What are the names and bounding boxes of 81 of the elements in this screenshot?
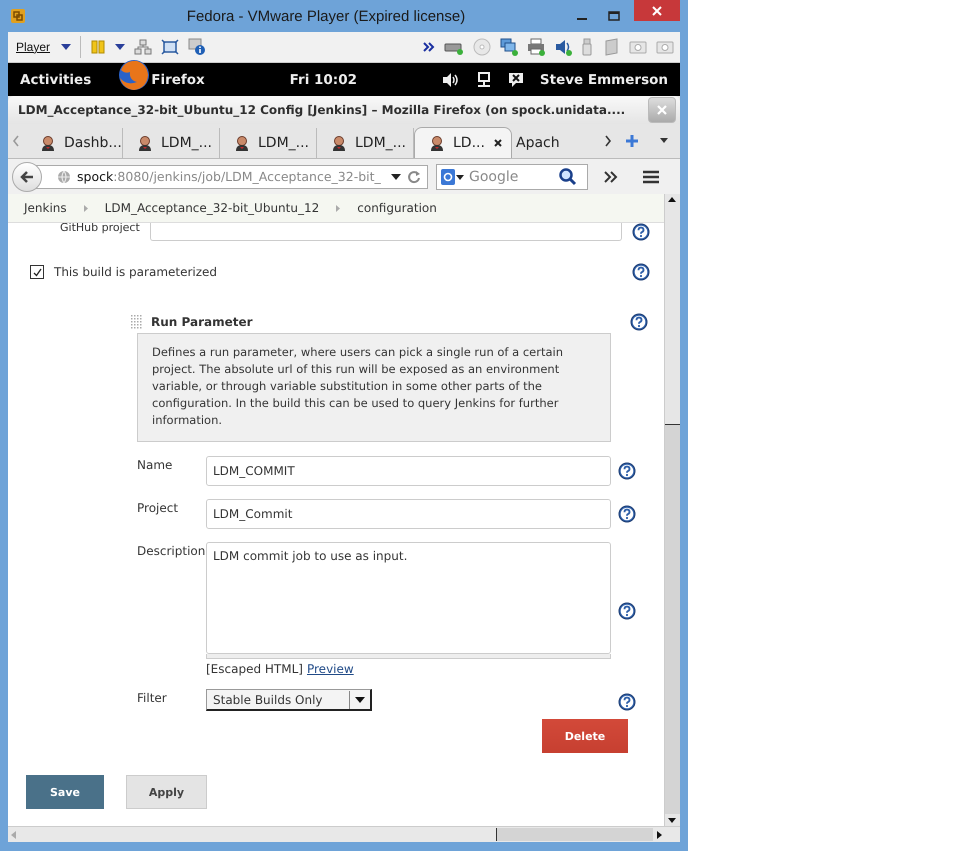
input-field[interactable]: LDM_COMMIT: [206, 456, 611, 486]
chat-icon[interactable]: [508, 72, 524, 88]
field-label: Description: [137, 543, 206, 558]
format-note: [Escaped HTML]: [206, 662, 303, 676]
search-engine-icon[interactable]: [441, 168, 465, 184]
close-icon[interactable]: [492, 138, 503, 148]
close-button[interactable]: [634, 0, 680, 21]
browser-tab[interactable]: Dashb...: [26, 128, 123, 158]
breadcrumb-link[interactable]: Jenkins: [24, 201, 67, 215]
activities-button[interactable]: Activities: [20, 72, 92, 88]
app-logo-icon: [10, 8, 26, 24]
printer-icon[interactable]: [527, 38, 545, 56]
network-icon[interactable]: [476, 72, 492, 88]
help-icon[interactable]: [632, 223, 650, 241]
player-menu[interactable]: Player: [14, 40, 52, 54]
save-button[interactable]: Save: [26, 775, 104, 809]
reload-icon[interactable]: [407, 170, 421, 184]
input-field[interactable]: LDM_Commit: [206, 499, 611, 529]
caret-icon[interactable]: [115, 44, 126, 50]
field-label: Name: [137, 457, 174, 472]
double-chevron-icon[interactable]: [423, 41, 435, 53]
help-text: Defines a run parameter, where users can pick a single run of a certain project. The absolute url of this run will be exposed as an environment variable, or through variable substitution in some other parts of the configuration. In the build this can be used to query Jenkins for further information.: [152, 344, 564, 429]
section-title: Run Parameter: [151, 315, 253, 329]
user-menu[interactable]: Steve Emmerson: [540, 72, 668, 88]
help-icon[interactable]: [618, 462, 636, 480]
person-icon[interactable]: [137, 135, 153, 151]
scroll-right-icon[interactable]: [604, 135, 612, 147]
person-icon[interactable]: [429, 135, 445, 151]
text-area[interactable]: LDM commit job to use as input.: [206, 542, 611, 654]
help-icon[interactable]: [618, 602, 636, 620]
checkbox-label: This build is parameterized: [54, 265, 218, 279]
browser-tab[interactable]: LD...: [414, 127, 512, 158]
browser-window-title: LDM_Acceptance_32-bit_Ubuntu_12 Config [Jenkins] – Mozilla Firefox (on spock.unidata....: [18, 103, 626, 117]
field-label: Project: [137, 500, 180, 515]
breadcrumb-link[interactable]: configuration: [357, 201, 437, 215]
help-icon[interactable]: [630, 313, 648, 331]
window-title: Fedora - VMware Player (Expired license): [186, 8, 466, 24]
network-adapter-icon[interactable]: [500, 38, 518, 56]
maximize-icon[interactable]: [607, 9, 621, 23]
app-menu[interactable]: Firefox: [129, 72, 205, 88]
search-bar[interactable]: Google: [436, 164, 588, 190]
help-icon[interactable]: [632, 263, 650, 281]
delete-button[interactable]: Delete: [542, 719, 628, 753]
close-icon: [657, 105, 667, 115]
breadcrumb-link[interactable]: LDM_Acceptance_32-bit_Ubuntu_12: [104, 201, 320, 215]
volume-icon[interactable]: [442, 72, 460, 88]
browser-tab[interactable]: LDM_...: [123, 128, 220, 158]
field-label: Filter: [137, 690, 168, 705]
pause-icon[interactable]: [90, 39, 106, 55]
fullscreen-icon[interactable]: [161, 39, 180, 55]
globe-icon: [57, 170, 71, 184]
url-text: spock:8080/jenkins/job/LDM_Acceptance_32-bit_: [77, 169, 382, 184]
help-icon[interactable]: [618, 693, 636, 711]
checkbox[interactable]: [30, 265, 44, 279]
menu-icon[interactable]: [642, 170, 660, 184]
back-button[interactable]: [12, 162, 42, 192]
dropdown-icon[interactable]: [659, 138, 669, 144]
person-icon[interactable]: [234, 135, 250, 151]
app-logo-icon: [117, 58, 152, 92]
back-arrow-icon: [19, 168, 35, 184]
browser-tab[interactable]: Apach: [512, 128, 564, 158]
drag-handle-icon[interactable]: [131, 314, 143, 330]
person-icon[interactable]: [331, 135, 347, 151]
clock[interactable]: Fri 10:02: [290, 72, 357, 88]
close-icon: [651, 4, 663, 16]
caret-icon[interactable]: [355, 696, 365, 702]
browser-tab[interactable]: LDM_...: [220, 128, 317, 158]
preview-link[interactable]: Preview: [306, 662, 354, 676]
new-tab-icon[interactable]: [625, 134, 639, 148]
search-icon[interactable]: [559, 168, 577, 186]
address-bar[interactable]: spock:8080/jenkins/job/LDM_Acceptance_32-bit_: [36, 164, 428, 188]
dropdown-icon[interactable]: [391, 174, 401, 180]
dropdown[interactable]: Stable Builds Only: [206, 689, 372, 711]
help-icon[interactable]: [618, 505, 636, 523]
caret-icon[interactable]: [61, 44, 72, 50]
apply-button[interactable]: Apply: [126, 775, 207, 809]
double-chevron-icon[interactable]: [604, 170, 618, 182]
speaker-icon[interactable]: [554, 38, 572, 56]
person-icon[interactable]: [40, 135, 56, 151]
info-icon[interactable]: [188, 38, 206, 56]
field-label: GitHub project: [59, 223, 140, 233]
